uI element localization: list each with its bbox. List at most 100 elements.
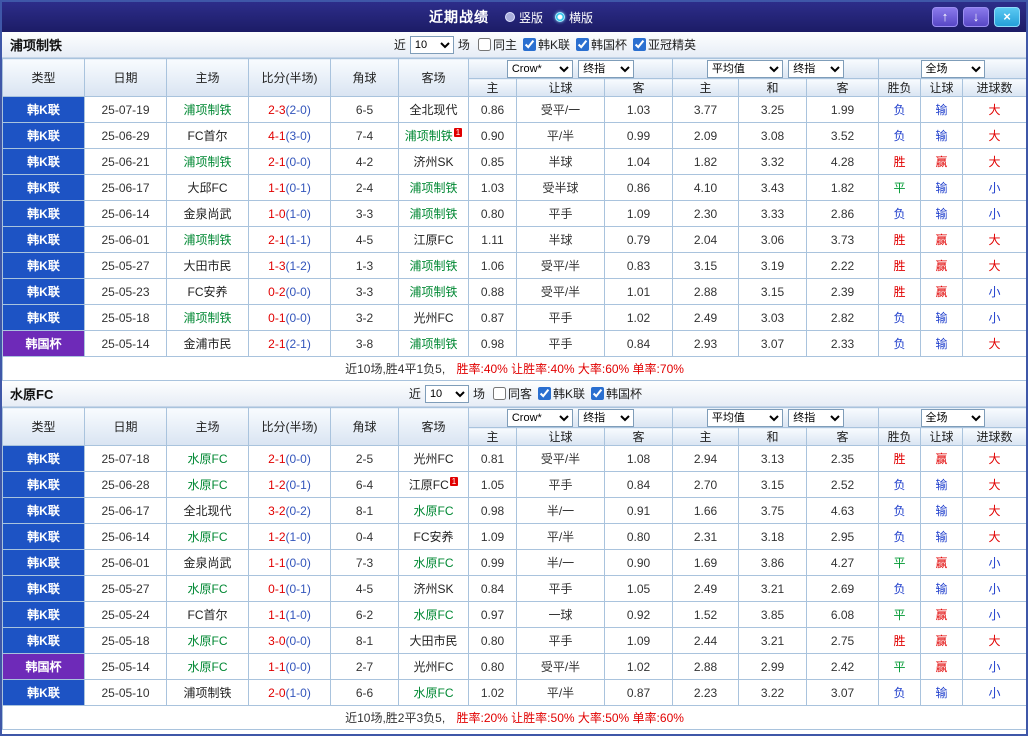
result-goals: 大 — [962, 471, 1026, 498]
result-goals: 小 — [962, 601, 1026, 628]
result-goals: 大 — [962, 148, 1026, 175]
filter-checkbox[interactable]: 同主 — [477, 36, 517, 53]
checkbox-input[interactable] — [575, 38, 589, 51]
filter-checkbox[interactable]: 韩K联 — [522, 36, 570, 53]
checkbox-input[interactable] — [537, 387, 551, 400]
result-handicap: 赢 — [920, 627, 964, 654]
league-badge: 韩K联 — [2, 278, 85, 305]
layout-radio-option[interactable]: 横版 — [555, 9, 593, 26]
league-badge: 韩K联 — [2, 523, 85, 550]
result-winloss: 平 — [878, 174, 922, 201]
handicap-away-odds: 1.09 — [603, 627, 674, 654]
score-cell: 2-1(2-1) — [248, 330, 331, 357]
euro-period-select[interactable]: 终指 — [788, 59, 845, 78]
down-button[interactable]: ↓ — [963, 7, 989, 27]
score-cell: 1-1(0-0) — [248, 549, 331, 576]
col-euro-away: 客 — [806, 427, 880, 446]
layout-radio-option[interactable]: 竖版 — [504, 9, 543, 26]
home-team-cell: 浦项制铁 — [166, 304, 249, 331]
home-team-cell: 金泉尚武 — [166, 200, 249, 227]
handicap-away-odds: 0.92 — [603, 601, 674, 628]
result-handicap: 输 — [920, 471, 964, 498]
league-badge: 韩国杯 — [2, 330, 85, 357]
filter-checkbox[interactable]: 亚冠精英 — [632, 36, 696, 53]
euro-away-odds: 1.82 — [806, 174, 880, 201]
corner-cell: 6-5 — [330, 96, 399, 123]
away-team-cell: 浦项制铁 — [398, 330, 469, 357]
euro-draw-odds: 3.07 — [738, 330, 808, 357]
close-button[interactable]: × — [994, 7, 1020, 27]
checkbox-input[interactable] — [632, 38, 646, 51]
euro-period-select[interactable]: 终指 — [788, 408, 845, 427]
handicap-away-odds: 0.99 — [603, 122, 674, 149]
away-team-cell: 浦项制铁 — [398, 252, 469, 279]
checkbox-input[interactable] — [590, 387, 604, 400]
handicap-company-select[interactable]: Crow* — [506, 408, 573, 427]
euro-home-odds: 2.31 — [672, 523, 740, 550]
result-handicap: 输 — [920, 174, 964, 201]
summary-stats: 胜率:40% 让胜率:40% 大率:60% 单率:70% — [456, 362, 684, 376]
corner-cell: 4-2 — [330, 148, 399, 175]
handicap-away-odds: 1.01 — [603, 278, 674, 305]
result-winloss: 负 — [878, 122, 922, 149]
euro-away-odds: 2.35 — [806, 445, 880, 472]
filter-checkbox[interactable]: 同客 — [492, 385, 532, 402]
recent-label: 近 — [408, 387, 421, 401]
checkbox-input[interactable] — [492, 387, 506, 400]
checkbox-input[interactable] — [522, 38, 536, 51]
euro-home-odds: 2.49 — [672, 575, 740, 602]
match-date: 25-05-27 — [84, 575, 167, 602]
result-winloss: 负 — [878, 575, 922, 602]
checkbox-input[interactable] — [477, 38, 491, 51]
recent-count-select[interactable]: 10 — [409, 35, 454, 54]
euro-away-odds: 4.27 — [806, 549, 880, 576]
result-winloss: 胜 — [878, 627, 922, 654]
scope-select[interactable]: 全场 — [920, 408, 985, 427]
handicap-line: 受平/半 — [516, 252, 605, 279]
league-badge: 韩K联 — [2, 148, 85, 175]
filter-checkbox[interactable]: 韩国杯 — [575, 36, 627, 53]
away-team-cell: 济州SK — [398, 575, 469, 602]
result-winloss: 负 — [878, 523, 922, 550]
result-goals: 大 — [962, 523, 1026, 550]
score-cell: 1-3(1-2) — [248, 252, 331, 279]
handicap-line: 一球 — [516, 601, 605, 628]
match-date: 25-05-27 — [84, 252, 167, 279]
handicap-home-odds: 0.99 — [468, 549, 517, 576]
match-row: 韩K联 25-06-14 金泉尚武 1-0(1-0) 3-3 浦项制铁 0.80… — [2, 200, 1026, 227]
euro-away-odds: 4.28 — [806, 148, 880, 175]
corner-cell: 8-1 — [330, 627, 399, 654]
up-button[interactable]: ↑ — [932, 7, 958, 27]
corner-cell: 2-4 — [330, 174, 399, 201]
handicap-period-select[interactable]: 终指 — [578, 408, 635, 427]
euro-away-odds: 2.39 — [806, 278, 880, 305]
col-result-goals: 进球数 — [962, 427, 1026, 446]
handicap-home-odds: 0.85 — [468, 148, 517, 175]
handicap-home-odds: 1.03 — [468, 174, 517, 201]
euro-away-odds: 2.22 — [806, 252, 880, 279]
section-header: 浦项制铁 近 10 场 同主 韩K联 韩国杯 亚冠精英 — [2, 32, 1026, 58]
recent-count-select[interactable]: 10 — [424, 384, 469, 403]
filter-checkbox[interactable]: 韩国杯 — [590, 385, 642, 402]
result-handicap: 赢 — [920, 601, 964, 628]
result-handicap: 赢 — [920, 549, 964, 576]
handicap-period-select[interactable]: 终指 — [578, 59, 635, 78]
result-handicap: 输 — [920, 304, 964, 331]
euro-away-odds: 3.73 — [806, 226, 880, 253]
match-row: 韩K联 25-06-17 全北现代 3-2(0-2) 8-1 水原FC 0.98… — [2, 497, 1026, 524]
scope-select[interactable]: 全场 — [920, 59, 985, 78]
handicap-line: 平手 — [516, 200, 605, 227]
handicap-company-select[interactable]: Crow* — [506, 59, 573, 78]
euro-company-select[interactable]: 平均值 — [706, 408, 783, 427]
col-euro-draw: 和 — [738, 427, 808, 446]
corner-cell: 7-4 — [330, 122, 399, 149]
matches-table: 类型 日期 主场 比分(半场) 角球 客场 Crow* 终指 平均值 终指 全场… — [2, 407, 1026, 730]
filter-checkbox[interactable]: 韩K联 — [537, 385, 585, 402]
euro-company-select[interactable]: 平均值 — [706, 59, 783, 78]
result-goals: 小 — [962, 174, 1026, 201]
handicap-line: 平手 — [516, 471, 605, 498]
handicap-home-odds: 0.80 — [468, 200, 517, 227]
result-goals: 小 — [962, 575, 1026, 602]
col-handicap-away: 客 — [603, 78, 674, 97]
away-team-cell: 江原FC — [398, 226, 469, 253]
